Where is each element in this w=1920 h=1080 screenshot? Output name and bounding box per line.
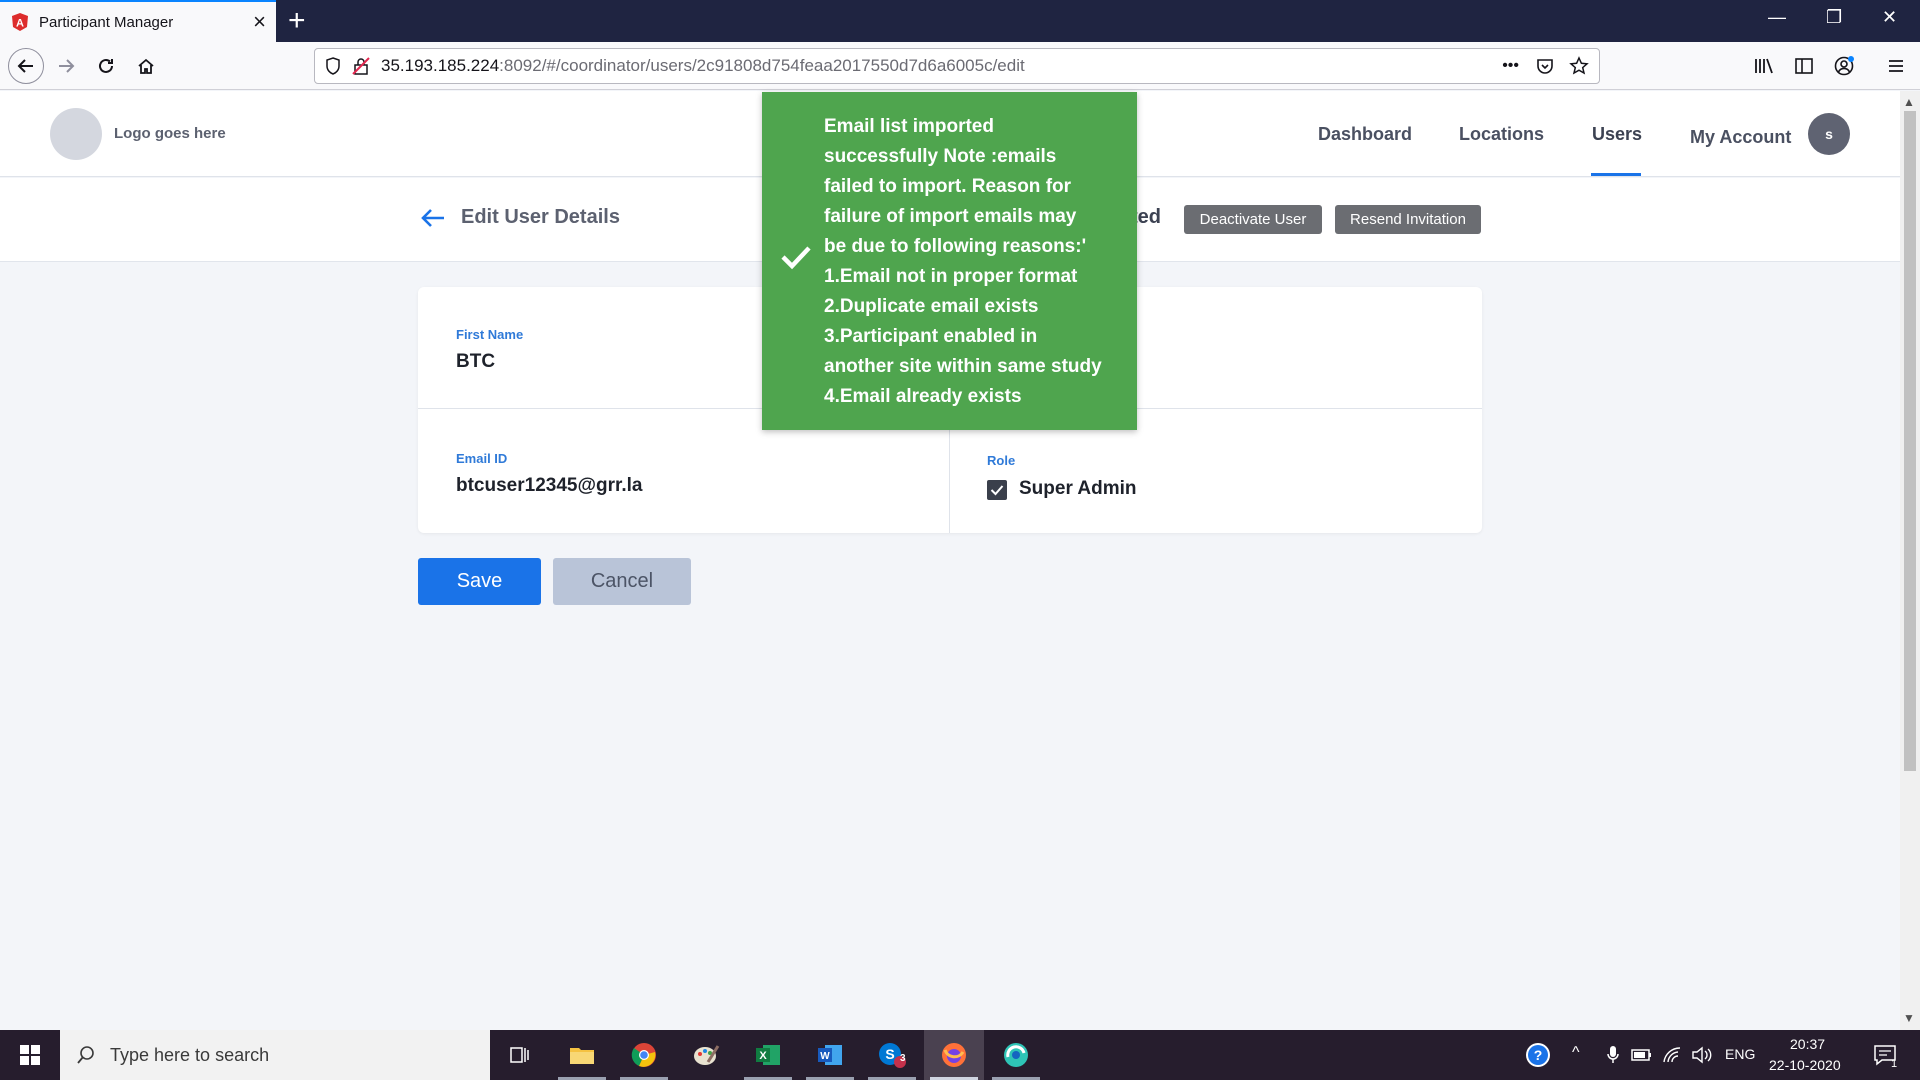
page-title: Edit User Details [461,206,620,228]
checkmark-icon [990,485,1004,496]
taskbar-search[interactable]: Type here to search [60,1030,490,1080]
toast-line: 1.Email not in proper format [824,266,1078,287]
firefox-icon[interactable] [924,1030,984,1080]
back-icon[interactable] [8,48,44,84]
nav-active-indicator [1591,173,1641,176]
cancel-button[interactable]: Cancel [553,558,691,605]
menu-icon[interactable] [1880,50,1912,82]
skype-badge: 3 [900,1053,906,1064]
notification-count: 1 [1891,1058,1898,1070]
scroll-thumb[interactable] [1904,111,1916,771]
nav-users[interactable]: Users [1592,124,1642,145]
skype-icon[interactable]: S 3 [862,1030,922,1080]
toast-line: another site within same study [824,356,1102,377]
browser-tab[interactable]: A Participant Manager × [0,0,276,42]
toast-line: be due to following reasons:' [824,236,1087,257]
page-actions-icon[interactable]: ••• [1502,57,1519,75]
toast-line: failed to import. Reason for [824,176,1072,197]
url-host: 35.193.185.224 [381,56,500,75]
check-icon [781,246,811,270]
sidebar-icon[interactable] [1788,50,1820,82]
toast-line: 2.Duplicate email exists [824,296,1039,317]
tab-title: Participant Manager [39,13,174,31]
first-name-label: First Name [456,327,524,342]
logo [50,108,102,160]
clock-time[interactable]: 20:37 [1790,1036,1825,1052]
nav-locations[interactable]: Locations [1459,124,1544,145]
save-button[interactable]: Save [418,558,541,605]
file-explorer-icon[interactable] [552,1030,612,1080]
minimize-icon[interactable]: — [1768,7,1786,28]
windows-taskbar: Type here to search X W S 3 ? ^ ENG 20:3… [0,1030,1920,1080]
toast-message: Email list imported successfully Note :e… [824,112,1124,412]
app-icon[interactable] [986,1030,1046,1080]
role-value: Super Admin [1019,478,1137,499]
deactivate-user-button[interactable]: Deactivate User [1184,205,1322,234]
shield-icon[interactable] [325,57,341,75]
svg-text:S: S [885,1046,894,1062]
success-toast: Email list imported successfully Note :e… [762,92,1137,430]
volume-icon[interactable] [1688,1030,1716,1080]
avatar[interactable]: s [1808,113,1850,155]
reload-icon[interactable] [90,50,122,82]
notifications-icon[interactable]: 1 [1860,1030,1910,1080]
language-indicator[interactable]: ENG [1725,1046,1755,1062]
microphone-icon[interactable] [1600,1030,1626,1080]
angular-icon: A [12,13,28,31]
svg-text:X: X [759,1050,767,1062]
toast-line: Email list imported [824,116,994,137]
restore-icon[interactable]: ❐ [1826,7,1842,28]
logo-text: Logo goes here [114,125,226,142]
close-window-icon[interactable]: ✕ [1882,7,1897,28]
library-icon[interactable] [1748,50,1780,82]
chrome-icon[interactable] [614,1030,674,1080]
scroll-up-icon[interactable]: ▲ [1903,95,1915,109]
back-arrow-icon[interactable] [420,206,446,230]
toast-line: 3.Participant enabled in [824,326,1038,347]
email-label: Email ID [456,451,508,466]
pocket-icon[interactable] [1535,56,1555,76]
svg-text:A: A [16,18,24,30]
account-icon[interactable] [1828,50,1860,82]
chevron-up-icon[interactable]: ^ [1572,1044,1580,1062]
nav-dashboard[interactable]: Dashboard [1318,124,1412,145]
browser-tab-bar: A Participant Manager × + — ❐ ✕ [0,0,1920,42]
search-icon [77,1046,94,1064]
bookmark-star-icon[interactable] [1569,56,1589,76]
toast-line: successfully Note :emails [824,146,1057,167]
windows-start-icon[interactable] [0,1030,60,1080]
clock-date[interactable]: 22-10-2020 [1769,1057,1841,1073]
battery-icon[interactable] [1628,1030,1656,1080]
page-scrollbar[interactable]: ▲ ▼ [1900,91,1920,1030]
email-field[interactable]: btcuser12345@grr.la [456,475,642,497]
nav-my-account[interactable]: My Account [1690,127,1791,148]
home-icon[interactable] [130,50,162,82]
toast-line: failure of import emails may [824,206,1077,227]
role-checkbox[interactable] [987,480,1007,500]
help-icon[interactable]: ? [1518,1030,1558,1080]
first-name-field[interactable]: BTC [456,351,495,373]
url-text[interactable]: 35.193.185.224:8092/#/coordinator/users/… [381,56,1502,76]
wifi-icon[interactable] [1658,1030,1686,1080]
scroll-down-icon[interactable]: ▼ [1903,1011,1915,1025]
browser-toolbar: 35.193.185.224:8092/#/coordinator/users/… [0,42,1920,90]
svg-text:?: ? [1534,1047,1543,1063]
task-view-icon[interactable] [490,1030,550,1080]
search-placeholder: Type here to search [110,1044,270,1065]
role-label: Role [987,453,1016,468]
resend-invitation-button[interactable]: Resend Invitation [1335,205,1481,234]
svg-text:W: W [820,1051,830,1062]
toast-line: 4.Email already exists [824,386,1022,407]
excel-icon[interactable]: X [738,1030,798,1080]
word-icon[interactable]: W [800,1030,860,1080]
new-tab-icon[interactable]: + [288,6,306,36]
url-path: :8092/#/coordinator/users/2c91808d754fea… [499,56,1025,75]
url-bar[interactable]: 35.193.185.224:8092/#/coordinator/users/… [314,48,1600,84]
forward-icon[interactable] [50,50,82,82]
insecure-lock-icon[interactable] [351,56,371,76]
tab-close-icon[interactable]: × [253,11,266,33]
paint-icon[interactable] [676,1030,736,1080]
